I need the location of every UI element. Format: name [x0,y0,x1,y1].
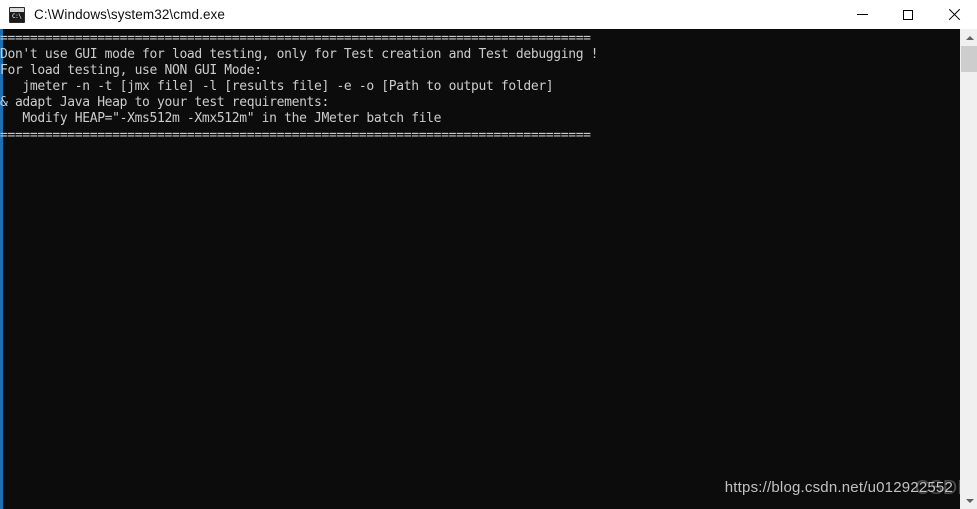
scroll-up-button[interactable] [961,29,977,46]
window-controls [839,0,977,29]
minimize-button[interactable] [839,0,885,29]
watermark-url: https://blog.csdn.net/u012922552 [724,479,953,496]
maximize-button[interactable] [885,0,931,29]
maximize-icon [903,9,913,20]
scroll-down-button[interactable] [961,492,977,509]
minimize-icon [856,14,868,15]
window-title: C:\Windows\system32\cmd.exe [34,7,226,22]
cmd-icon-prompt: C:\ [12,12,22,20]
chevron-down-icon [965,498,974,503]
close-button[interactable] [931,0,977,29]
titlebar[interactable]: C:\ C:\Windows\system32\cmd.exe [0,0,977,29]
scrollbar-thumb[interactable] [961,46,977,72]
chevron-up-icon [965,35,974,40]
close-icon [948,9,960,21]
cmd-console-icon: C:\ [9,6,25,23]
cmd-window: C:\ C:\Windows\system32\cmd.exe ========… [0,0,977,509]
console-output-area[interactable]: ========================================… [0,29,977,509]
console-text: ========================================… [0,31,599,143]
cmd-icon-bar [10,7,24,12]
vertical-scrollbar[interactable] [960,29,977,509]
